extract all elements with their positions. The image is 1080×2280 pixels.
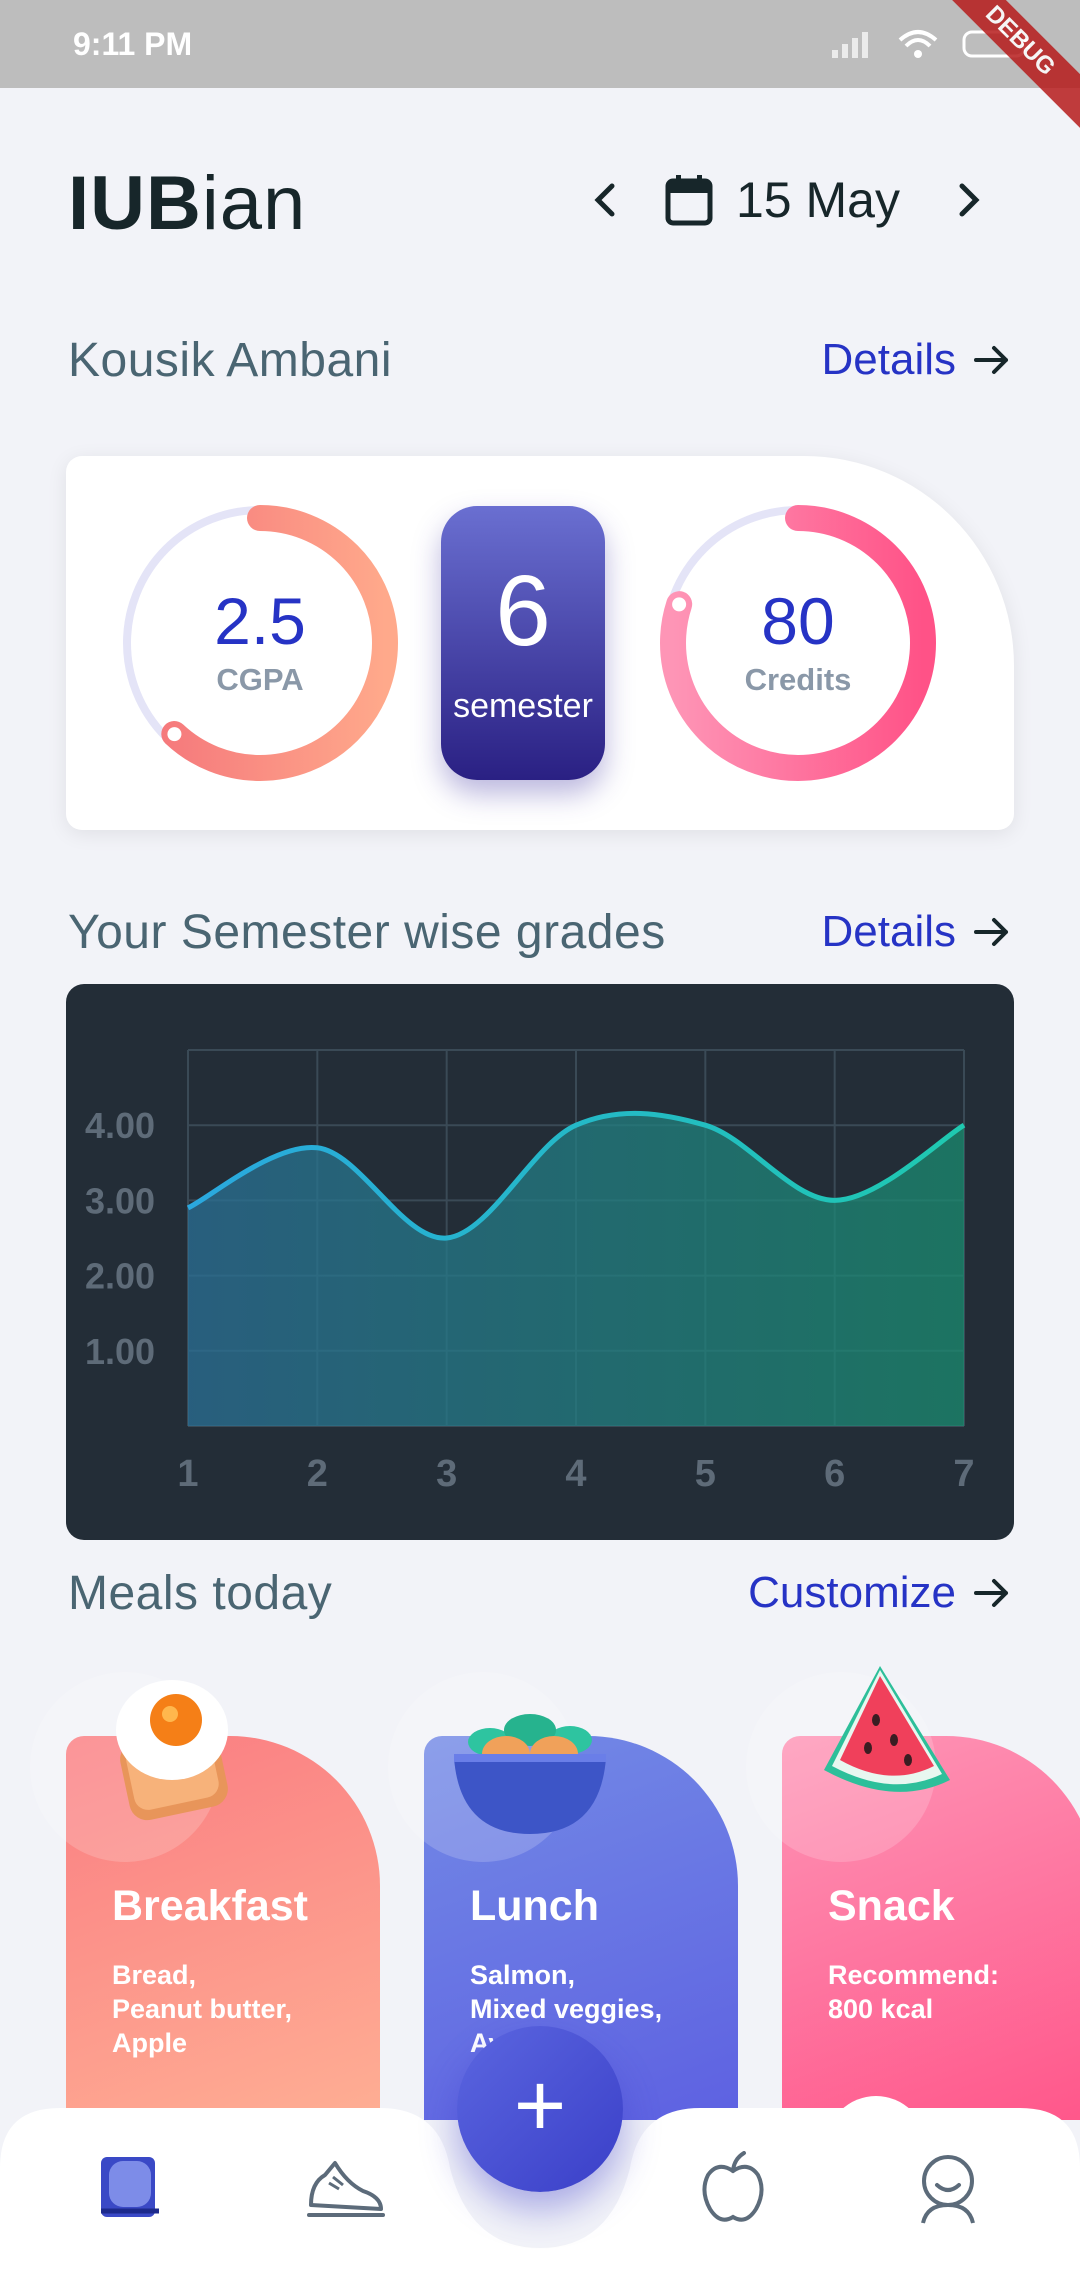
- egg-toast-icon: [116, 1680, 228, 1821]
- x-tick-label: 1: [177, 1453, 198, 1495]
- wifi-icon: [898, 30, 938, 58]
- student-name: Kousik Ambani: [68, 333, 393, 387]
- previous-date-button[interactable]: [580, 170, 630, 230]
- book-icon: [101, 2157, 159, 2217]
- add-button[interactable]: +: [457, 2026, 623, 2192]
- calendar-icon: [665, 175, 713, 226]
- watermelon-icon: [824, 1666, 950, 1792]
- grades-title: Your Semester wise grades: [68, 905, 666, 959]
- app-title-bold: IUB: [68, 161, 202, 246]
- sneaker-icon: [307, 2161, 385, 2217]
- cgpa-label: CGPA: [216, 662, 304, 697]
- stats-card: 2.5 CGPA 6 semester 80 Credits: [66, 456, 1014, 830]
- cgpa-text: 2.5 CGPA: [110, 493, 410, 793]
- meal-line: Recommend:: [828, 1960, 1000, 1990]
- meal-line: Apple: [112, 2028, 188, 2058]
- x-tick-label: 2: [307, 1453, 328, 1495]
- meal-line: Mixed veggies,: [470, 1994, 663, 2024]
- grades-area: [188, 1113, 964, 1426]
- next-date-button[interactable]: [944, 170, 994, 230]
- app-title-rest: ian: [201, 161, 307, 246]
- plus-icon: +: [513, 2056, 567, 2156]
- arrow-right-icon: [974, 346, 1008, 374]
- credits-text: 80 Credits: [648, 493, 948, 793]
- meal-description: Recommend: 800 kcal: [828, 1958, 999, 2026]
- meal-description: Bread, Peanut butter, Apple: [112, 1958, 292, 2060]
- status-time: 9:11 PM: [73, 26, 193, 62]
- meals-title: Meals today: [68, 1566, 333, 1620]
- nav-activity-button[interactable]: [305, 2148, 385, 2228]
- chevron-left-icon: [594, 183, 615, 217]
- customize-link[interactable]: Customize: [748, 1568, 1012, 1618]
- meal-name: Snack: [828, 1882, 955, 1930]
- meals-section-header: Meals today Customize: [68, 1558, 1012, 1628]
- semester-badge: 6 semester: [441, 506, 605, 780]
- profile-section-header: Kousik Ambani Details: [68, 325, 1012, 395]
- customize-label: Customize: [748, 1568, 956, 1617]
- y-tick-label: 4.00: [85, 1105, 155, 1146]
- x-tick-label: 3: [436, 1453, 457, 1495]
- profile-icon: [921, 2155, 975, 2224]
- credits-label: Credits: [744, 662, 852, 697]
- apple-icon: [702, 2151, 764, 2222]
- meal-line: Peanut butter,: [112, 1994, 293, 2024]
- x-tick-label: 7: [953, 1453, 974, 1495]
- meal-name: Lunch: [470, 1882, 599, 1930]
- x-tick-label: 6: [824, 1453, 845, 1495]
- status-bar: 9:11 PM DEBUG: [0, 0, 1080, 147]
- meal-line: Bread,: [112, 1960, 197, 1990]
- arrow-right-icon: [974, 918, 1008, 946]
- profile-details-label: Details: [821, 335, 957, 384]
- chevron-right-icon: [959, 183, 980, 217]
- grades-details-label: Details: [821, 907, 957, 956]
- credits-ring: 80 Credits: [648, 493, 948, 793]
- grades-section-header: Your Semester wise grades Details: [68, 897, 1012, 967]
- cgpa-value: 2.5: [214, 584, 306, 658]
- grades-chart: 1.00 2.00 3.00 4.00 1 2 3 4 5 6 7: [66, 984, 1014, 1540]
- y-tick-label: 1.00: [85, 1331, 155, 1372]
- nav-profile-button[interactable]: [908, 2148, 988, 2228]
- nav-home-button[interactable]: [90, 2148, 170, 2228]
- date-label: 15 May: [736, 172, 900, 228]
- semester-label: semester: [453, 686, 593, 725]
- cgpa-ring: 2.5 CGPA: [110, 493, 410, 793]
- signal-icon: [832, 32, 868, 58]
- nav-nutrition-button[interactable]: [693, 2148, 773, 2228]
- grades-chart-svg: 1.00 2.00 3.00 4.00 1 2 3 4 5 6 7: [85, 1049, 975, 1495]
- date-navigator: 15 May: [580, 160, 1010, 240]
- grades-details-link[interactable]: Details: [822, 907, 1013, 957]
- profile-details-link[interactable]: Details: [822, 335, 1013, 385]
- debug-ribbon: DEBUG: [914, 0, 1080, 147]
- app-title: IUBian: [68, 160, 306, 247]
- salad-bowl-icon: [454, 1714, 606, 1834]
- x-tick-label: 4: [565, 1453, 586, 1495]
- meal-line: Salmon,: [470, 1960, 576, 1990]
- credits-value: 80: [761, 584, 835, 658]
- arrow-right-icon: [974, 1579, 1008, 1607]
- meal-line: 800 kcal: [828, 1994, 934, 2024]
- y-tick-label: 2.00: [85, 1256, 155, 1297]
- x-tick-label: 5: [695, 1453, 716, 1495]
- semester-number: 6: [495, 554, 551, 667]
- y-tick-label: 3.00: [85, 1180, 155, 1221]
- meal-name: Breakfast: [112, 1882, 308, 1930]
